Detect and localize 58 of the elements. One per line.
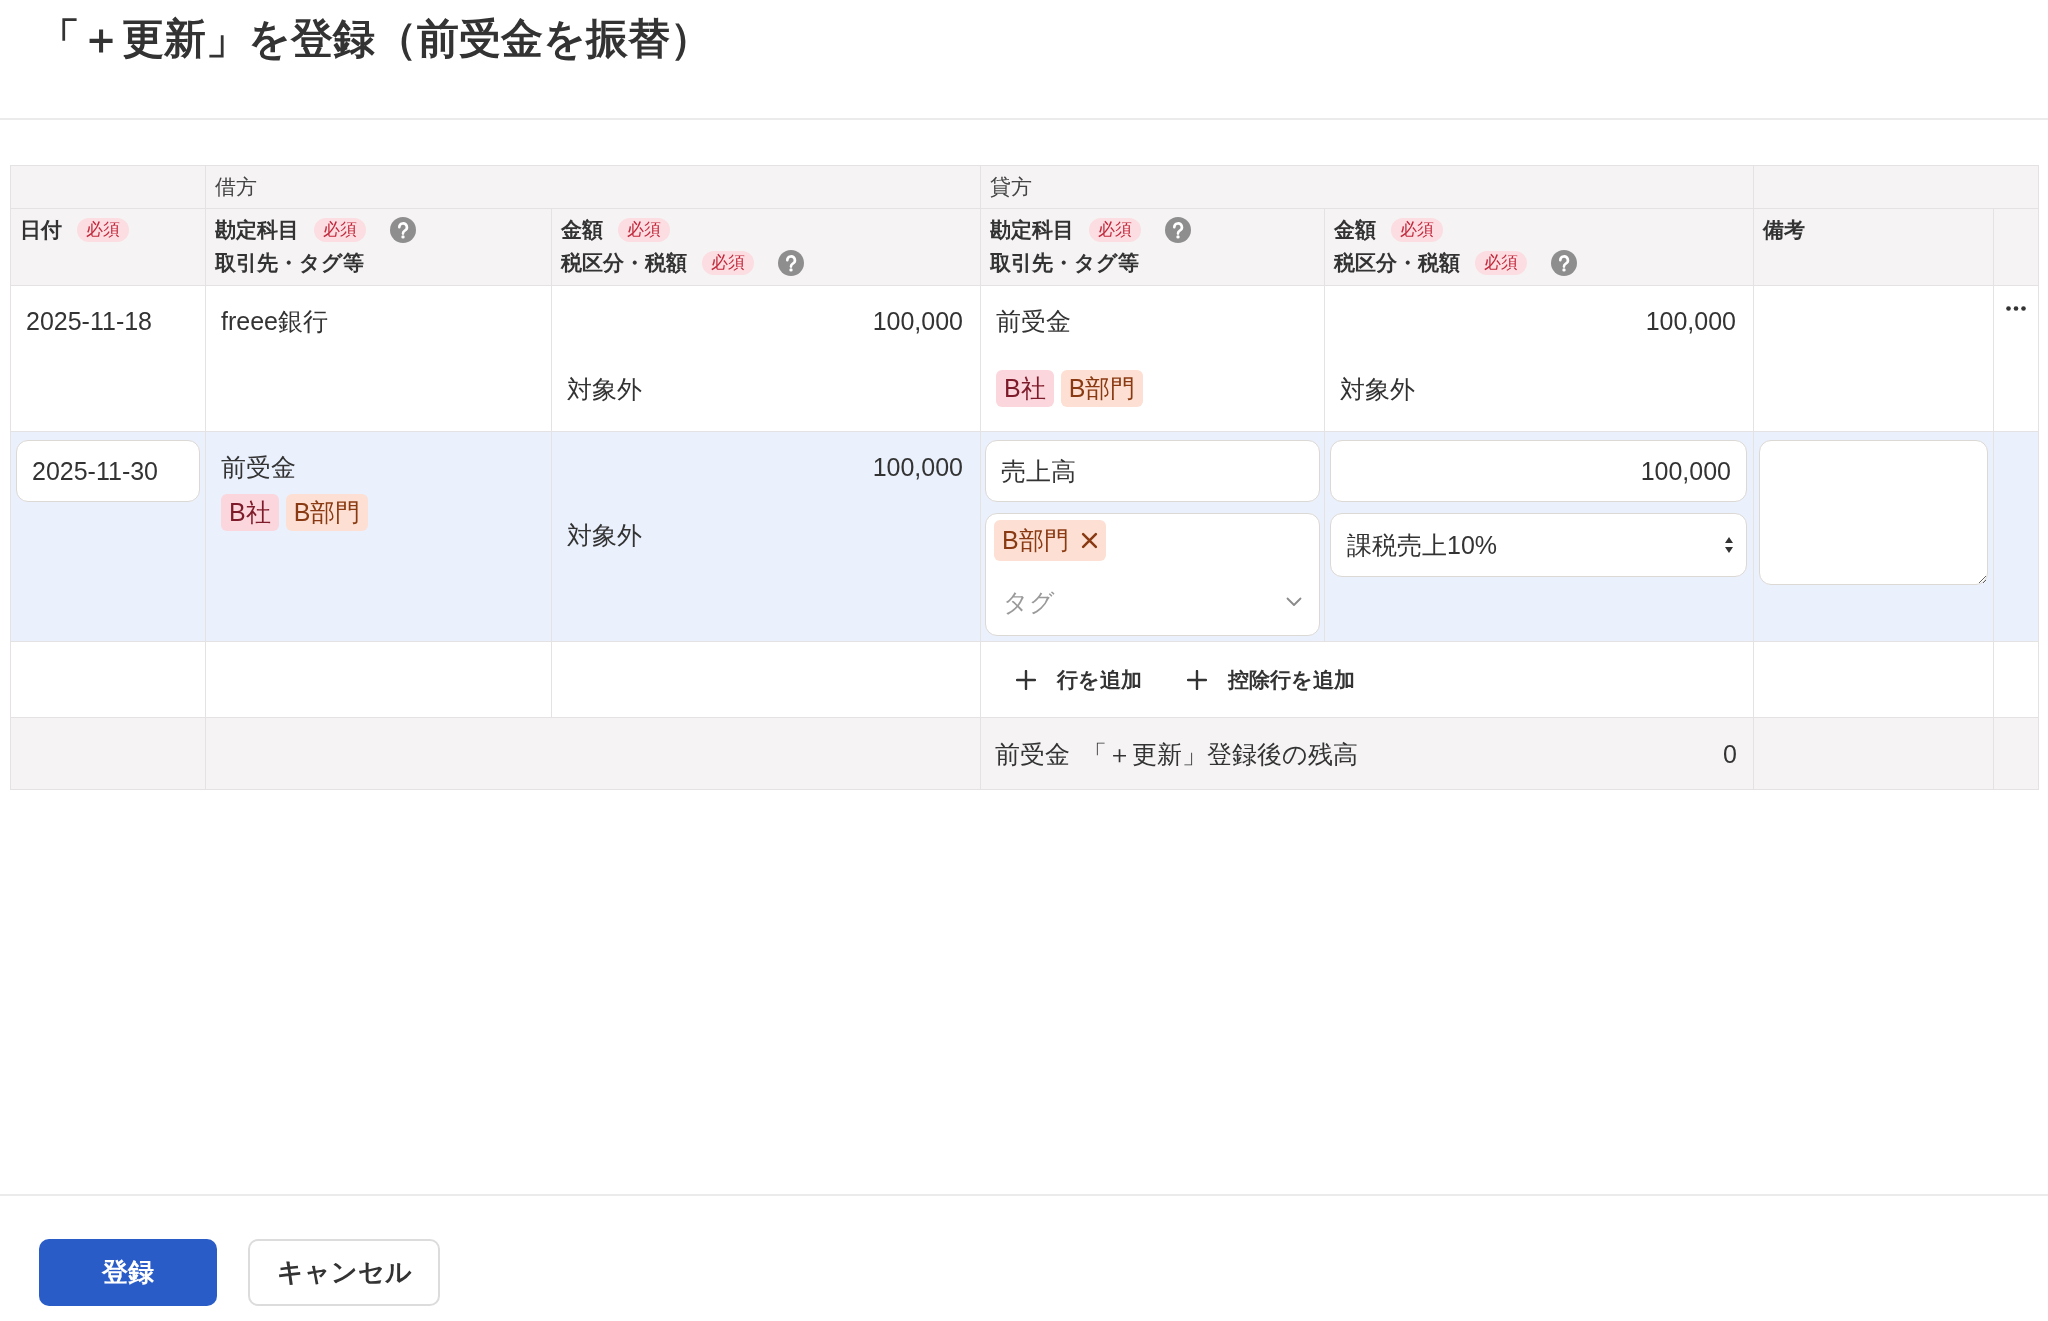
tag-chip[interactable]: B部門 xyxy=(994,520,1106,561)
column-header: 取引先・タグ等 xyxy=(215,249,364,276)
column-header: 取引先・タグ等 xyxy=(990,249,1139,276)
tag-chip: B部門 xyxy=(1060,370,1144,407)
balance-value: 0 xyxy=(1723,738,1737,770)
account-name: 前受金 xyxy=(996,306,1071,337)
help-icon[interactable] xyxy=(778,249,804,276)
close-icon[interactable] xyxy=(1080,532,1098,549)
amount-value: 100,000 xyxy=(872,306,963,337)
required-badge: 必須 xyxy=(618,217,670,242)
tag-chip: B部門 xyxy=(285,494,369,531)
tag-select[interactable]: B部門 タグ xyxy=(985,513,1320,636)
required-badge: 必須 xyxy=(1475,250,1527,275)
amount-value: 100,000 xyxy=(872,452,963,483)
cancel-button[interactable]: キャンセル xyxy=(248,1239,440,1306)
group-header: 貸方 xyxy=(990,174,1032,200)
column-header: 日付 xyxy=(20,216,62,243)
tax-category: 対象外 xyxy=(567,520,642,551)
required-badge: 必須 xyxy=(1391,217,1443,242)
add-button[interactable]: 控除行を追加 xyxy=(1171,659,1371,700)
column-header: 税区分・税額 xyxy=(1334,249,1460,276)
column-header: 税区分・税額 xyxy=(561,249,687,276)
required-badge: 必須 xyxy=(1089,217,1141,242)
account-name: 前受金 xyxy=(995,738,1070,770)
sort-arrows-icon xyxy=(1724,536,1734,554)
column-header: 勘定科目 xyxy=(990,216,1074,243)
amount-value: 100,000 xyxy=(1645,306,1736,337)
plus-icon xyxy=(1187,669,1207,690)
date-field[interactable]: 2025-11-30 xyxy=(16,440,200,502)
tax-select[interactable]: 課税売上10% xyxy=(1330,513,1747,577)
account-name: freee銀行 xyxy=(221,306,328,337)
add-button[interactable]: 行を追加 xyxy=(1000,659,1158,700)
column-header: 金額 xyxy=(561,216,603,243)
amount-field[interactable]: 100,000 xyxy=(1330,440,1747,502)
note-field[interactable] xyxy=(1759,440,1988,585)
column-header: 勘定科目 xyxy=(215,216,299,243)
column-header: 備考 xyxy=(1763,216,1805,243)
account-name: 前受金 xyxy=(221,452,296,483)
more-icon[interactable] xyxy=(2006,306,2026,311)
plus-icon xyxy=(1016,669,1036,690)
required-badge: 必須 xyxy=(77,217,129,242)
date-text: 2025-11-18 xyxy=(26,307,153,335)
page-title: 「＋更新」を登録（前受金を振替） xyxy=(38,14,712,64)
column-header: 金額 xyxy=(1334,216,1376,243)
group-header: 借方 xyxy=(215,174,257,200)
tax-category: 対象外 xyxy=(1340,374,1415,405)
help-icon[interactable] xyxy=(1551,249,1577,276)
account-field[interactable]: 売上高 xyxy=(985,440,1320,502)
chevron-down-icon[interactable] xyxy=(1286,597,1302,607)
balance-label: 「＋更新」登録後の残高 xyxy=(1082,738,1358,770)
help-icon[interactable] xyxy=(1165,216,1191,243)
tag-chip: B社 xyxy=(996,370,1054,407)
tag-chip: B社 xyxy=(221,494,279,531)
submit-button[interactable]: 登録 xyxy=(39,1239,217,1306)
required-badge: 必須 xyxy=(314,217,366,242)
help-icon[interactable] xyxy=(390,216,416,243)
tax-category: 対象外 xyxy=(567,374,642,405)
required-badge: 必須 xyxy=(702,250,754,275)
